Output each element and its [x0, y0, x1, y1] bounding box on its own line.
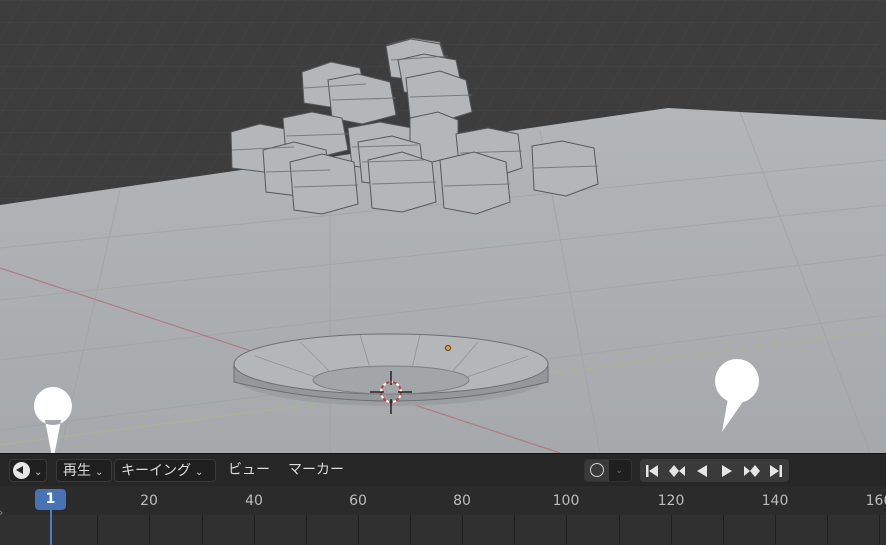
auto-keying-group: ⌄	[584, 459, 632, 482]
grid-line	[775, 515, 776, 545]
grid-line	[619, 515, 620, 545]
playhead-line[interactable]	[50, 510, 52, 545]
ruler-tick: 40	[245, 493, 263, 509]
prev-keyframe-button[interactable]	[665, 459, 690, 482]
prev-keyframe-icon	[669, 464, 686, 477]
grid-line	[306, 515, 307, 545]
chevron-down-icon: ⌄	[195, 467, 204, 478]
marker-menu-label: マーカー	[288, 462, 344, 478]
jump-start-icon	[646, 464, 659, 477]
grid-line	[202, 515, 203, 545]
view-menu[interactable]: ビュー	[222, 459, 276, 482]
jump-end-icon	[770, 464, 783, 477]
ruler-tick: 140	[761, 493, 789, 509]
keying-menu-label: キーイング	[121, 463, 191, 479]
ruler-tick: 80	[453, 493, 471, 509]
grid-line	[254, 515, 255, 545]
view-menu-label: ビュー	[228, 462, 270, 478]
ruler-tick: 60	[349, 493, 367, 509]
record-button[interactable]	[585, 460, 609, 481]
grid-line	[671, 515, 672, 545]
ruler-tick: 160	[865, 493, 886, 509]
callout-marker-right	[715, 359, 759, 432]
frame-ruler[interactable]: 20 40 60 80 100 120 140 160	[0, 486, 886, 515]
next-keyframe-icon	[743, 464, 760, 477]
grid-line	[97, 515, 98, 545]
grid-line	[462, 515, 463, 545]
grid-line	[149, 515, 150, 545]
editor-type-button[interactable]: ⌄	[9, 459, 47, 482]
playback-menu[interactable]: 再生 ⌄	[56, 459, 112, 482]
play-icon	[721, 464, 732, 477]
timeline-header: ⌄ 再生 ⌄ キーイング ⌄ ビュー マーカー ⌄	[0, 453, 886, 486]
record-options-dropdown[interactable]: ⌄	[615, 460, 623, 481]
grid-line	[827, 515, 828, 545]
next-keyframe-button[interactable]	[739, 459, 764, 482]
clock-icon	[13, 461, 30, 479]
play-reverse-button[interactable]	[690, 459, 715, 482]
keying-menu[interactable]: キーイング ⌄	[114, 459, 216, 482]
transport-controls	[640, 459, 789, 482]
ruler-tick: 100	[552, 493, 580, 509]
record-icon	[590, 463, 604, 477]
grid-line	[566, 515, 567, 545]
play-button[interactable]	[714, 459, 739, 482]
ruler-tick: 120	[657, 493, 685, 509]
chevron-down-icon: ⌄	[34, 467, 43, 478]
grid-line	[410, 515, 411, 545]
ruler-tick: 20	[140, 493, 158, 509]
jump-end-button[interactable]	[764, 459, 789, 482]
play-reverse-icon	[696, 464, 707, 477]
grid-line	[514, 515, 515, 545]
keyframe-area[interactable]	[0, 515, 886, 545]
playback-menu-label: 再生	[63, 463, 91, 479]
current-frame-indicator[interactable]: 1	[35, 489, 66, 510]
grid-line	[879, 515, 880, 545]
grid-line	[358, 515, 359, 545]
marker-menu[interactable]: マーカー	[282, 459, 350, 482]
dish-object	[233, 333, 549, 406]
chevron-down-icon: ⌄	[95, 467, 104, 478]
grid-line	[723, 515, 724, 545]
jump-start-button[interactable]	[640, 459, 665, 482]
